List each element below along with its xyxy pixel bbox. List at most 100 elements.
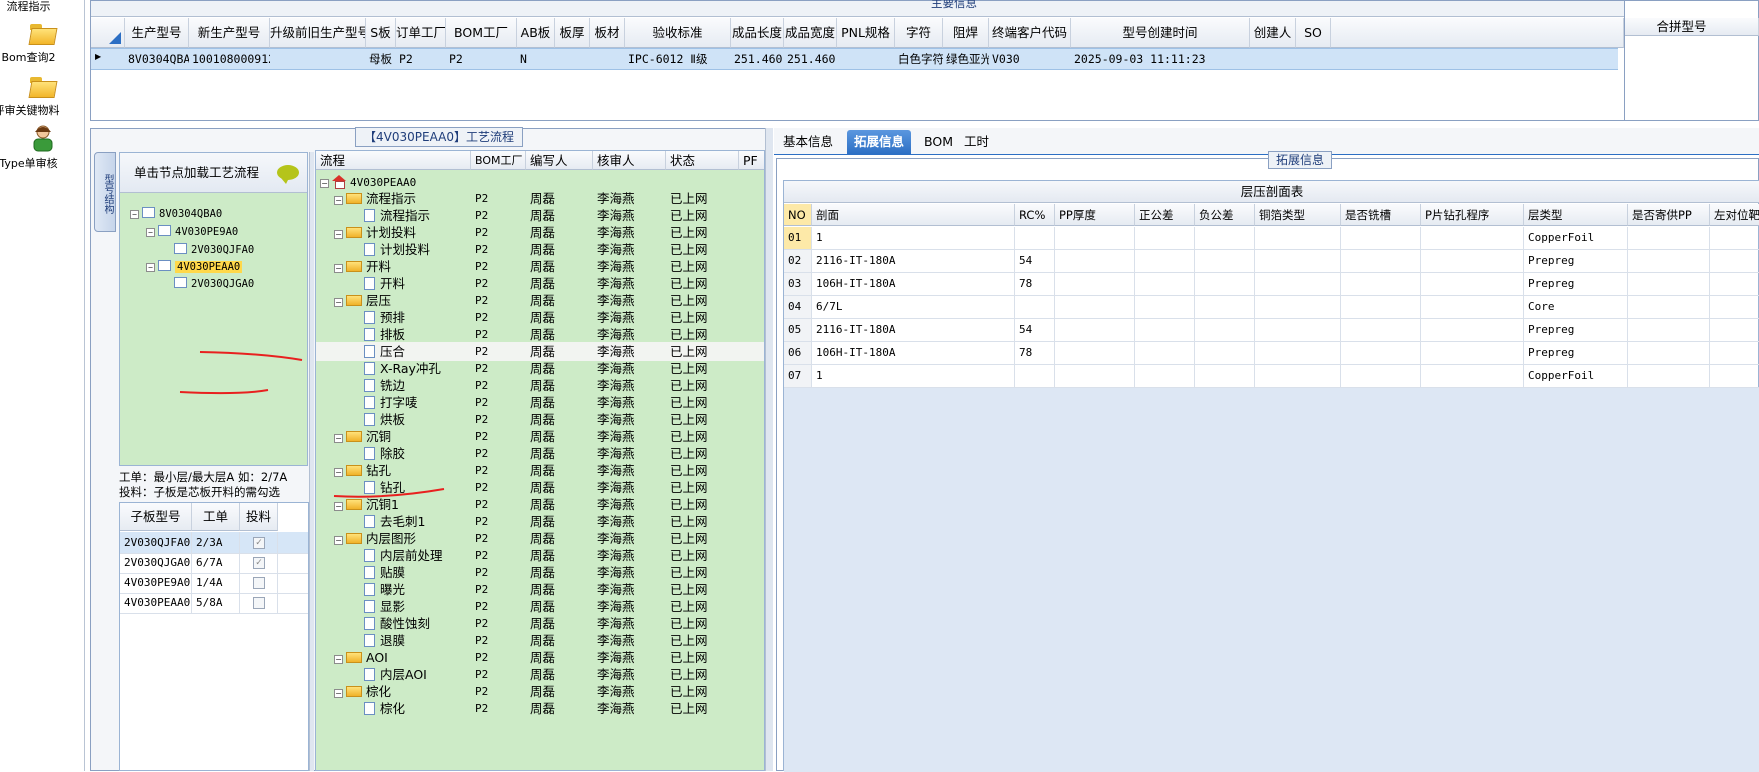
table-cell[interactable] [1055, 365, 1135, 387]
table-cell[interactable] [1710, 365, 1759, 387]
table-cell[interactable]: 4V030PEAA0 [120, 592, 192, 613]
table-cell[interactable] [1195, 342, 1255, 364]
table-cell[interactable] [1710, 250, 1759, 272]
row-header-corner[interactable] [91, 18, 125, 48]
table-cell[interactable]: 2/3A [192, 532, 240, 553]
column-header[interactable]: S板 [366, 18, 396, 48]
column-header[interactable]: 左对位靶点 [1710, 204, 1759, 226]
table-cell[interactable]: 2V030QJGA0 [120, 552, 192, 573]
column-header[interactable]: P片钻孔程序 [1421, 204, 1524, 226]
table-row[interactable]: 2V030QJGA0 6/7A ✓ [120, 552, 308, 574]
column-header[interactable]: 是否铣槽 [1341, 204, 1421, 226]
panel-splitter[interactable] [765, 128, 773, 771]
column-header[interactable]: PNL规格 [837, 18, 895, 48]
table-row[interactable]: 05 2116-IT-180A 54 Prepreg [784, 319, 1759, 342]
table-cell[interactable] [1195, 273, 1255, 295]
table-cell[interactable]: 78 [1015, 273, 1055, 295]
table-cell[interactable] [1195, 296, 1255, 318]
table-cell[interactable]: 绿色亚光 [943, 49, 989, 70]
table-cell[interactable] [1341, 296, 1421, 318]
column-header[interactable]: 成品宽度 [784, 18, 837, 48]
tab-basic-info[interactable]: 基本信息 [776, 130, 840, 154]
column-header[interactable]: 板材 [590, 18, 625, 48]
table-cell[interactable] [1710, 342, 1759, 364]
column-header[interactable]: 子板型号 [120, 503, 192, 531]
table-cell[interactable] [1135, 227, 1195, 249]
table-cell[interactable]: Prepreg [1524, 273, 1628, 295]
table-cell[interactable] [1710, 319, 1759, 341]
feed-checkbox[interactable]: ✓ [253, 557, 265, 569]
table-cell[interactable]: CopperFoil [1524, 365, 1628, 387]
tab-extended-info[interactable]: 拓展信息 [847, 130, 912, 154]
table-cell[interactable] [1015, 296, 1055, 318]
table-cell[interactable] [1255, 296, 1341, 318]
table-cell[interactable] [837, 49, 895, 70]
column-header[interactable]: 板厚 [555, 18, 590, 48]
table-cell[interactable] [1135, 365, 1195, 387]
table-cell[interactable] [1628, 227, 1710, 249]
table-cell[interactable] [1195, 319, 1255, 341]
table-cell[interactable] [1055, 227, 1135, 249]
table-row[interactable]: 01 1 CopperFoil [784, 227, 1759, 250]
table-cell[interactable]: 106H-IT-180A [812, 342, 1015, 364]
table-cell[interactable]: N [517, 49, 555, 70]
table-cell[interactable]: 2025-09-03 11:11:23 [1071, 49, 1250, 70]
table-cell[interactable] [1341, 319, 1421, 341]
table-cell[interactable] [1255, 342, 1341, 364]
column-header[interactable]: 是否寄供PP [1628, 204, 1710, 226]
column-header[interactable]: 新生产型号 [189, 18, 270, 48]
table-cell[interactable] [1421, 250, 1524, 272]
table-cell[interactable]: CopperFoil [1524, 227, 1628, 249]
table-cell[interactable] [1055, 319, 1135, 341]
table-cell[interactable]: Prepreg [1524, 319, 1628, 341]
table-cell[interactable]: 4V030PE9A0 [120, 572, 192, 593]
table-cell[interactable] [1710, 296, 1759, 318]
table-cell[interactable] [1135, 319, 1195, 341]
panel-splitter[interactable] [309, 152, 314, 771]
table-cell[interactable] [1135, 250, 1195, 272]
table-cell[interactable] [1628, 273, 1710, 295]
table-cell[interactable]: 251.460 [784, 49, 837, 70]
column-header[interactable]: 字符 [895, 18, 943, 48]
table-cell[interactable]: 6/7A [192, 552, 240, 573]
table-cell[interactable]: 2116-IT-180A [812, 250, 1015, 272]
table-row[interactable]: 4V030PE9A0 1/4A [120, 572, 308, 594]
table-cell[interactable]: 1 [812, 227, 1015, 249]
table-cell[interactable] [1421, 273, 1524, 295]
tab-model-structure[interactable]: 型号结构 [94, 152, 116, 232]
table-cell[interactable] [1195, 365, 1255, 387]
table-cell[interactable] [1135, 342, 1195, 364]
table-cell[interactable]: 05 [784, 319, 812, 341]
table-cell[interactable] [555, 49, 590, 70]
table-cell[interactable]: 白色字符 [895, 49, 943, 70]
table-cell[interactable]: 1 [812, 365, 1015, 387]
table-cell[interactable] [1421, 227, 1524, 249]
table-row[interactable]: 4V030PEAA0 5/8A [120, 592, 308, 614]
column-header[interactable]: 创建人 [1250, 18, 1296, 48]
table-cell[interactable]: Prepreg [1524, 250, 1628, 272]
column-header[interactable]: 订单工厂 [396, 18, 446, 48]
column-header[interactable]: AB板 [517, 18, 555, 48]
table-cell[interactable]: 5/8A [192, 592, 240, 613]
table-cell[interactable] [1710, 273, 1759, 295]
column-header[interactable]: 铜箔类型 [1255, 204, 1341, 226]
table-row[interactable]: 07 1 CopperFoil [784, 365, 1759, 388]
table-cell[interactable] [1421, 342, 1524, 364]
table-cell[interactable] [1421, 296, 1524, 318]
feed-checkbox[interactable] [253, 597, 265, 609]
table-cell[interactable]: P2 [446, 49, 517, 70]
table-cell[interactable]: 04 [784, 296, 812, 318]
feed-checkbox[interactable] [253, 577, 265, 589]
table-cell[interactable] [1015, 227, 1055, 249]
table-cell[interactable]: 78 [1015, 342, 1055, 364]
column-header[interactable]: 成品长度 [731, 18, 784, 48]
table-cell[interactable] [1195, 250, 1255, 272]
column-header[interactable]: 验收标准 [625, 18, 731, 48]
tab-bom[interactable]: BOM [917, 130, 960, 154]
table-cell[interactable] [1255, 250, 1341, 272]
table-cell[interactable]: 1/4A [192, 572, 240, 593]
table-cell[interactable] [1341, 342, 1421, 364]
table-cell[interactable] [1421, 365, 1524, 387]
column-header[interactable]: RC% [1015, 204, 1055, 226]
table-cell[interactable] [1628, 319, 1710, 341]
